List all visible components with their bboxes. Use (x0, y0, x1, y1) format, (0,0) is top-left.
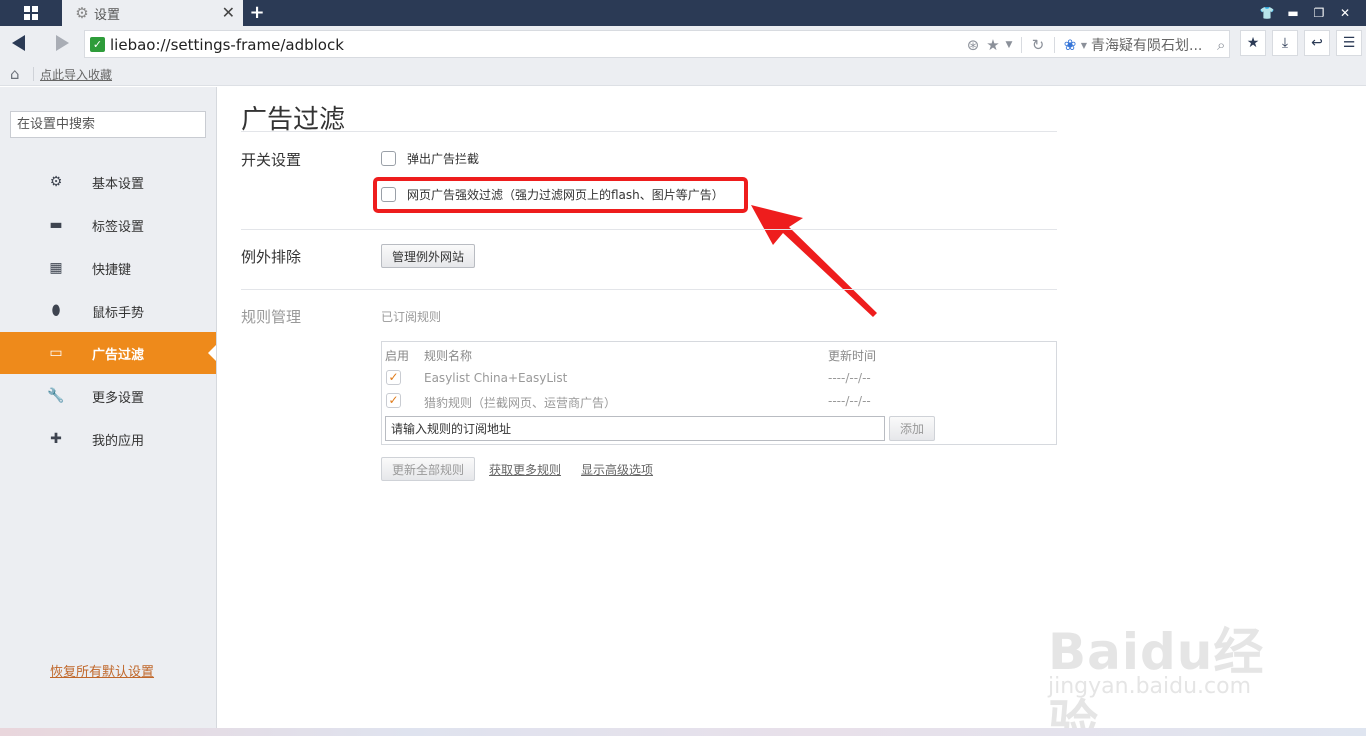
column-header-name: 规则名称 (424, 349, 473, 363)
sidebar-item-shortcuts[interactable]: ▦ 快捷键 (0, 247, 216, 289)
sidebar-item-label: 我的应用 (92, 433, 145, 449)
address-bar-icons: ⊛ ★ ▼ ↻ ❀ ▼ 青海疑有陨石划... ⌕ (963, 35, 1226, 55)
puzzle-icon: ✚ (50, 431, 62, 447)
adblock-icon: ▭ (49, 345, 63, 361)
app-menu-button[interactable] (0, 0, 62, 26)
wrench-icon: 🔧 (47, 388, 65, 404)
table-row: ✓ 猎豹规则（拦截网页、运营商广告） ----/--/-- (382, 390, 1056, 412)
get-more-rules-link[interactable]: 获取更多规则 (489, 461, 561, 478)
navigation-bar: ✓ liebao://settings-frame/adblock ⊛ ★ ▼ … (0, 26, 1366, 62)
refresh-icon[interactable]: ↻ (1028, 36, 1048, 54)
search-hint[interactable]: 青海疑有陨石划... (1091, 35, 1211, 55)
rule-updated: ----/--/-- (828, 371, 871, 385)
window-controls: 👕 ▬ ❐ ✕ (1254, 0, 1358, 26)
sidebar-item-basic[interactable]: ⚙ 基本设置 (0, 161, 216, 203)
grid-icon (24, 6, 38, 20)
divider (241, 131, 1057, 132)
minimize-button[interactable]: ▬ (1280, 6, 1306, 20)
restore-button[interactable]: ❐ (1306, 6, 1332, 20)
download-icon[interactable]: ⤓ (1272, 30, 1298, 56)
settings-sidebar: ⚙ 基本设置 ▬ 标签设置 ▦ 快捷键 ⬮ 鼠标手势 ▭ 广告过滤 🔧 更多设置… (0, 87, 217, 736)
chevron-down-icon[interactable]: ▼ (1079, 41, 1089, 50)
keyboard-icon: ▦ (49, 260, 63, 276)
paw-icon[interactable]: ❀ (1061, 36, 1079, 54)
reset-defaults-link[interactable]: 恢复所有默认设置 (50, 661, 154, 680)
show-advanced-link[interactable]: 显示高级选项 (581, 461, 653, 478)
column-header-enabled: 启用 (385, 349, 410, 363)
manage-exceptions-button[interactable]: 管理例外网站 (381, 244, 476, 268)
rule-name: Easylist China+EasyList (424, 371, 568, 385)
taskbar-strip (0, 728, 1366, 736)
add-rule-button[interactable]: 添加 (889, 416, 936, 441)
new-tab-button[interactable]: + (248, 2, 266, 24)
sidebar-item-more-settings[interactable]: 🔧 更多设置 (0, 375, 216, 417)
divider (241, 229, 1057, 230)
sidebar-item-label: 快捷键 (92, 262, 132, 278)
url-text[interactable]: liebao://settings-frame/adblock (110, 36, 344, 54)
sidebar-item-label: 更多设置 (92, 390, 145, 406)
title-bar: ⚙ 设置 ✕ + 👕 ▬ ❐ ✕ (0, 0, 1366, 26)
divider (1054, 37, 1055, 53)
forward-icon[interactable] (56, 35, 69, 51)
back-icon[interactable] (12, 35, 25, 51)
column-header-updated: 更新时间 (828, 349, 877, 363)
skin-icon[interactable]: 👕 (1254, 6, 1280, 20)
popup-block-checkbox[interactable] (381, 151, 396, 166)
rules-section-label: 规则管理 (241, 308, 302, 326)
chevron-down-icon[interactable]: ▼ (1003, 40, 1015, 50)
tab-settings[interactable]: ⚙ 设置 ✕ (62, 0, 243, 26)
popup-block-label[interactable]: 弹出广告拦截 (407, 150, 479, 167)
sidebar-item-my-apps[interactable]: ✚ 我的应用 (0, 418, 216, 460)
mouse-icon: ⬮ (51, 303, 61, 319)
watermark-url: jingyan.baidu.com (1048, 674, 1252, 699)
home-icon[interactable]: ⌂ (10, 65, 20, 83)
undo-icon[interactable]: ↩ (1304, 30, 1330, 56)
bookmark-bar: ⌂ 点此导入收藏 (0, 62, 1366, 86)
toolbar: ★ ⤓ ↩ ☰ (1234, 30, 1362, 56)
sidebar-item-mouse-gestures[interactable]: ⬮ 鼠标手势 (0, 290, 216, 332)
address-bar[interactable]: ✓ liebao://settings-frame/adblock ⊛ ★ ▼ … (84, 30, 1230, 58)
rule-name: 猎豹规则（拦截网页、运营商广告） (424, 396, 617, 410)
close-tab-icon[interactable]: ✕ (222, 4, 235, 22)
watermark: Baidu经验 jingyan.baidu.com (1048, 600, 1308, 736)
sidebar-item-adblock[interactable]: ▭ 广告过滤 (0, 332, 216, 374)
secure-check-icon: ✓ (90, 37, 105, 52)
popup-block-option[interactable]: 弹出广告拦截 (381, 150, 479, 167)
settings-search-input[interactable] (11, 112, 205, 137)
star-icon[interactable]: ★ (983, 36, 1003, 54)
sidebar-item-tabs[interactable]: ▬ 标签设置 (0, 204, 216, 246)
table-row: ✓ Easylist China+EasyList ----/--/-- (382, 367, 1056, 389)
annotation-arrow-icon (751, 205, 877, 317)
highlight-box (373, 177, 748, 213)
exception-section-label: 例外排除 (241, 248, 302, 266)
update-all-rules-button[interactable]: 更新全部规则 (381, 457, 476, 481)
divider (1021, 37, 1022, 53)
rules-table: 启用 规则名称 更新时间 ✓ Easylist China+EasyList -… (381, 341, 1057, 445)
tab-icon: ▬ (49, 217, 63, 233)
sidebar-item-label: 广告过滤 (92, 347, 145, 363)
settings-search-box[interactable] (10, 111, 206, 138)
gear-icon: ⚙ (75, 4, 89, 22)
subscription-url-input[interactable] (386, 417, 884, 440)
search-icon[interactable]: ⌕ (1217, 36, 1225, 54)
rule-enabled-checkbox[interactable]: ✓ (386, 370, 401, 385)
subscribed-rules-label: 已订阅规则 (381, 310, 442, 324)
divider (241, 289, 1057, 290)
switch-section-label: 开关设置 (241, 151, 302, 169)
favorites-icon[interactable]: ★ (1240, 30, 1266, 56)
divider (33, 67, 34, 81)
subscription-url-box[interactable] (385, 416, 885, 441)
rule-updated: ----/--/-- (828, 394, 871, 408)
menu-icon[interactable]: ☰ (1336, 30, 1362, 56)
sidebar-item-label: 鼠标手势 (92, 305, 145, 321)
gear-icon: ⚙ (49, 174, 63, 190)
sidebar-item-label: 标签设置 (92, 219, 145, 235)
import-bookmarks-link[interactable]: 点此导入收藏 (40, 66, 112, 83)
close-window-button[interactable]: ✕ (1332, 6, 1358, 20)
sidebar-item-label: 基本设置 (92, 176, 145, 192)
speed-dial-icon[interactable]: ⊛ (963, 36, 983, 54)
rule-enabled-checkbox[interactable]: ✓ (386, 393, 401, 408)
tab-title: 设置 (94, 7, 121, 23)
